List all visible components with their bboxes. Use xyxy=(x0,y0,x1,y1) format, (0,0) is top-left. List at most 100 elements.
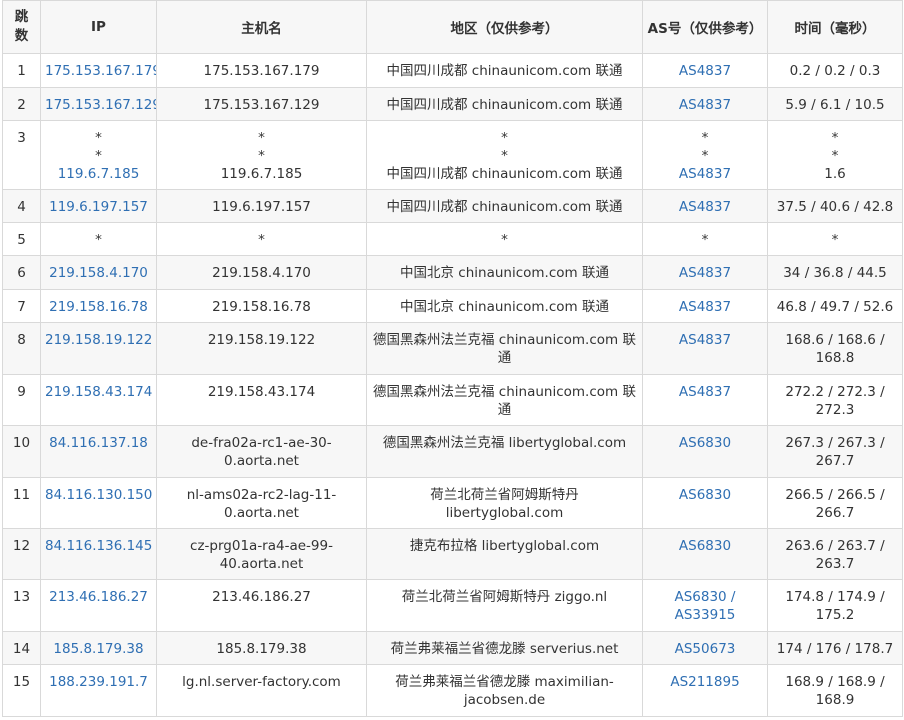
cell-host: * xyxy=(156,222,367,256)
cell-time: 263.6 / 263.7 / 263.7 xyxy=(767,528,903,580)
cell-as: AS4837 xyxy=(642,53,768,88)
region-line: 德国黑森州法兰克福 libertyglobal.com xyxy=(382,435,627,451)
time-line: 168.6 / 168.6 / xyxy=(785,332,885,348)
cell-as: AS4837 xyxy=(642,322,768,375)
cell-host: 119.6.197.157 xyxy=(156,189,367,223)
as-line-link[interactable]: AS211895 xyxy=(647,673,763,691)
ip-line-link[interactable]: 175.153.167.129 xyxy=(45,96,156,114)
as-line-link[interactable]: AS6830 / xyxy=(647,588,763,606)
host-line: * xyxy=(258,130,265,146)
ip-line-link[interactable]: 84.116.130.150 xyxy=(45,486,152,504)
ip-line-link[interactable]: 119.6.197.157 xyxy=(45,198,152,216)
cell-ip: 84.116.137.18 xyxy=(40,425,157,478)
cell-ip: 185.8.179.38 xyxy=(40,631,157,665)
cell-region: 中国北京 chinaunicom.com 联通 xyxy=(366,289,643,323)
host-line: 213.46.186.27 xyxy=(212,589,311,605)
ip-line-link[interactable]: 119.6.7.185 xyxy=(45,165,152,183)
as-line-link[interactable]: AS4837 xyxy=(647,383,763,401)
cell-time: 267.3 / 267.3 / 267.7 xyxy=(767,425,903,478)
cell-host: 219.158.19.122 xyxy=(156,322,367,375)
cell-host: 219.158.4.170 xyxy=(156,255,367,290)
cell-ip: 119.6.197.157 xyxy=(40,189,157,223)
cell-region: 中国四川成都 chinaunicom.com 联通 xyxy=(366,53,643,88)
region-line: 中国四川成都 chinaunicom.com 联通 xyxy=(386,63,623,79)
cell-region: 德国黑森州法兰克福 chinaunicom.com 联通 xyxy=(366,374,643,426)
time-line: 34 / 36.8 / 44.5 xyxy=(783,265,887,281)
cell-region: 中国北京 chinaunicom.com 联通 xyxy=(366,255,643,290)
cell-host: 185.8.179.38 xyxy=(156,631,367,665)
cell-region: 荷兰北荷兰省阿姆斯特丹 libertyglobal.com xyxy=(366,477,643,529)
table-row: 8 219.158.19.122 219.158.19.122 德国黑森州法兰克福 c… xyxy=(2,322,903,375)
as-line-link[interactable]: AS4837 xyxy=(647,198,763,216)
ip-line-link[interactable]: 213.46.186.27 xyxy=(45,588,152,606)
region-line: 中国北京 chinaunicom.com 联通 xyxy=(400,265,609,281)
cell-region: 德国黑森州法兰克福 libertyglobal.com xyxy=(366,425,643,478)
cell-ip: 219.158.4.170 xyxy=(40,255,157,290)
host-line: 0.aorta.net xyxy=(224,505,299,521)
host-line: 40.aorta.net xyxy=(219,556,304,572)
cell-time: * * 1.6 xyxy=(767,120,903,190)
cell-region: 捷克布拉格 libertyglobal.com xyxy=(366,528,643,580)
cell-time: 0.2 / 0.2 / 0.3 xyxy=(767,53,903,88)
time-line: 0.2 / 0.2 / 0.3 xyxy=(789,63,881,79)
time-line: 175.2 xyxy=(815,607,855,623)
region-line: * xyxy=(501,130,508,146)
region-line: 荷兰弗莱福兰省德龙滕 serverius.net xyxy=(390,641,619,657)
as-line-link[interactable]: AS4837 xyxy=(647,331,763,349)
cell-region: 荷兰弗莱福兰省德龙滕 maximilian-jacobsen.de xyxy=(366,664,643,717)
as-line-link[interactable]: AS6830 xyxy=(647,537,763,555)
time-line: 267.7 xyxy=(815,453,855,469)
table-row: 7 219.158.16.78 219.158.16.78 中国北京 chinauni… xyxy=(2,289,903,323)
cell-host: 219.158.16.78 xyxy=(156,289,367,323)
host-line: 175.153.167.179 xyxy=(203,63,320,79)
cell-time: * xyxy=(767,222,903,256)
as-line-link[interactable]: AS4837 xyxy=(647,165,763,183)
cell-hop: 9 xyxy=(2,374,41,426)
as-line-link[interactable]: AS4837 xyxy=(647,264,763,282)
as-line-link[interactable]: AS6830 xyxy=(647,486,763,504)
time-line: 174.8 / 174.9 / xyxy=(785,589,885,605)
time-line: 266.7 xyxy=(815,505,855,521)
ip-line-link[interactable]: 219.158.16.78 xyxy=(45,298,152,316)
cell-time: 168.6 / 168.6 / 168.8 xyxy=(767,322,903,375)
time-line: * xyxy=(831,148,839,164)
table-row: 3 * * 119.6.7.185 * * 119.6.7.185 * * 中国四川成都 chin… xyxy=(2,120,903,190)
as-line-link[interactable]: AS4837 xyxy=(647,96,763,114)
as-line-link[interactable]: AS50673 xyxy=(647,640,763,658)
cell-region: 中国四川成都 chinaunicom.com 联通 xyxy=(366,87,643,121)
header-ip: IP xyxy=(40,0,157,54)
cell-region: 荷兰弗莱福兰省德龙滕 serverius.net xyxy=(366,631,643,665)
cell-hop: 1 xyxy=(2,53,41,88)
table-row: 1 175.153.167.179 175.153.167.179 中国四川成都 ch… xyxy=(2,53,903,88)
header-as: AS号（仅供参考） xyxy=(642,0,768,54)
cell-hop: 13 xyxy=(2,579,41,632)
ip-line-link[interactable]: 175.153.167.179 xyxy=(45,62,156,80)
region-line: 荷兰弗莱福兰省德龙滕 maximilian- xyxy=(395,674,614,690)
header-host: 主机名 xyxy=(156,0,367,54)
ip-line-link[interactable]: 219.158.19.122 xyxy=(45,331,152,349)
as-line-link[interactable]: AS33915 xyxy=(647,606,763,624)
cell-time: 34 / 36.8 / 44.5 xyxy=(767,255,903,290)
cell-ip: 219.158.19.122 xyxy=(40,322,157,375)
cell-as: AS4837 xyxy=(642,289,768,323)
ip-line: * xyxy=(95,130,102,146)
ip-line: * xyxy=(95,148,102,164)
ip-line-link[interactable]: 84.116.136.145 xyxy=(45,537,152,555)
as-line-link[interactable]: AS6830 xyxy=(647,434,763,452)
host-line: * xyxy=(258,232,265,248)
region-line: 中国四川成都 chinaunicom.com 联通 xyxy=(386,199,623,215)
time-line: 168.8 xyxy=(815,350,855,366)
cell-time: 37.5 / 40.6 / 42.8 xyxy=(767,189,903,223)
ip-line-link[interactable]: 219.158.43.174 xyxy=(45,383,152,401)
ip-line-link[interactable]: 219.158.4.170 xyxy=(45,264,152,282)
time-line: 263.6 / 263.7 / xyxy=(785,538,885,554)
cell-ip: 213.46.186.27 xyxy=(40,579,157,632)
ip-line-link[interactable]: 188.239.191.7 xyxy=(45,673,152,691)
ip-line-link[interactable]: 185.8.179.38 xyxy=(45,640,152,658)
cell-region: 中国四川成都 chinaunicom.com 联通 xyxy=(366,189,643,223)
as-line-link[interactable]: AS4837 xyxy=(647,298,763,316)
as-line-link[interactable]: AS4837 xyxy=(647,62,763,80)
ip-line-link[interactable]: 84.116.137.18 xyxy=(45,434,152,452)
cell-host: 213.46.186.27 xyxy=(156,579,367,632)
cell-hop: 4 xyxy=(2,189,41,223)
